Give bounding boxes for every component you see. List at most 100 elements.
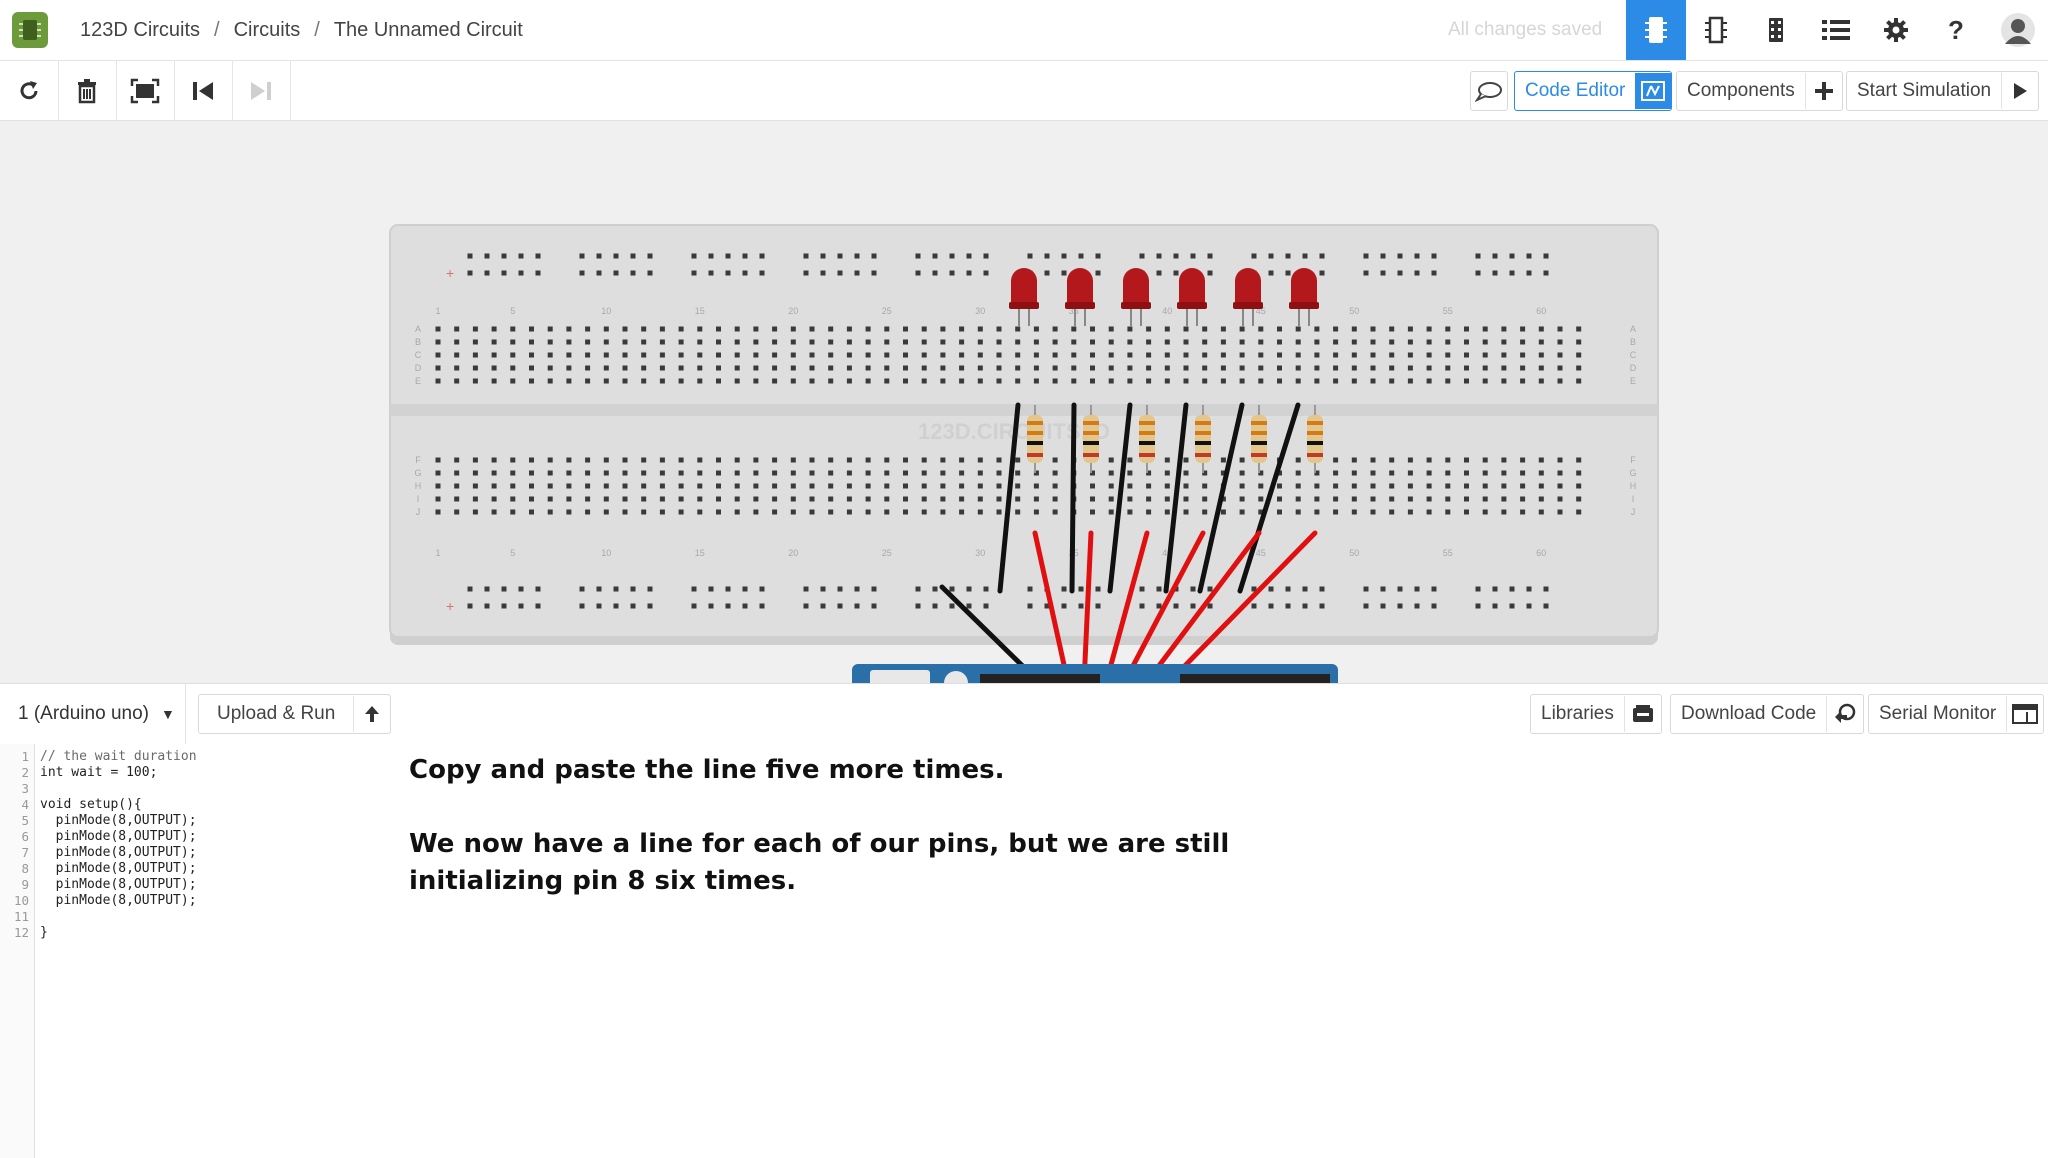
- breadboard-hole: [491, 470, 497, 476]
- circuit-title[interactable]: The Unnamed Circuit: [334, 19, 523, 41]
- app-logo-icon[interactable]: [12, 12, 48, 48]
- breadboard-hole: [1370, 326, 1376, 332]
- code-line[interactable]: // the wait duration: [40, 749, 197, 765]
- breadboard-hole: [1127, 470, 1133, 476]
- breadboard-hole: [1052, 352, 1058, 358]
- code-line[interactable]: }: [40, 925, 48, 941]
- settings-button[interactable]: [1866, 0, 1926, 60]
- breadboard-hole: [1164, 509, 1170, 515]
- breadboard-svg[interactable]: 123D.CIRCUITS.IO ++115510101515202025253…: [0, 121, 2048, 683]
- code-line[interactable]: pinMode(8,OUTPUT);: [40, 845, 197, 861]
- upload-run-button[interactable]: Upload & Run: [198, 694, 392, 734]
- breadboard-hole: [1164, 470, 1170, 476]
- breadboard-hole: [903, 509, 908, 515]
- start-simulation-button[interactable]: Start Simulation: [1846, 71, 2040, 111]
- arduino-board[interactable]: [852, 664, 1338, 683]
- breadboard-hole: [716, 483, 721, 489]
- breadboard-hole: [1576, 326, 1582, 332]
- code-editor[interactable]: 1 2 3 4 5 6 7 8 9 10 11 12 // the wait d…: [0, 744, 2048, 1158]
- component-list-button[interactable]: [1806, 0, 1866, 60]
- code-line[interactable]: int wait = 100;: [40, 765, 157, 781]
- breadboard-hole: [435, 509, 441, 515]
- breadboard-hole: [1202, 365, 1208, 371]
- breadboard-hole: [1557, 470, 1563, 476]
- breadboard-hole: [1033, 352, 1039, 358]
- breadboard-hole: [996, 352, 1002, 358]
- breadboard-hole: [435, 470, 441, 476]
- rail-hole: [1173, 603, 1179, 609]
- row-letter: G: [414, 468, 421, 478]
- rail-hole: [647, 586, 653, 592]
- column-number: 55: [1443, 306, 1453, 316]
- breadboard-hole: [1314, 483, 1320, 489]
- rail-hole: [1268, 586, 1274, 592]
- rail-hole: [1319, 603, 1325, 609]
- breadboard-hole: [641, 470, 647, 476]
- breadboard-hole: [996, 509, 1002, 515]
- breadboard-hole: [1052, 457, 1058, 463]
- code-line[interactable]: void setup(){: [40, 797, 142, 813]
- user-menu-button[interactable]: [1988, 0, 2048, 60]
- breadboard-hole: [921, 352, 927, 358]
- code-line[interactable]: pinMode(8,OUTPUT);: [40, 861, 197, 877]
- breadboard-hole: [1557, 496, 1563, 502]
- breadboard-hole: [1146, 326, 1152, 332]
- rail-hole: [579, 270, 585, 276]
- rail-hole: [1397, 270, 1403, 276]
- ground-wire[interactable]: [1069, 402, 1077, 594]
- rail-hole: [759, 270, 765, 276]
- breadboard-hole: [772, 326, 778, 332]
- components-button[interactable]: Components: [1676, 71, 1843, 111]
- breadboard-hole: [1052, 378, 1058, 384]
- step-forward-button[interactable]: [232, 61, 291, 120]
- breadboard-hole: [1277, 483, 1282, 489]
- code-line[interactable]: pinMode(8,OUTPUT);: [40, 829, 197, 845]
- column-number: 20: [788, 548, 798, 558]
- breadboard-view-button[interactable]: [1626, 0, 1686, 60]
- breadboard-hole: [529, 483, 534, 489]
- breadboard-hole: [678, 483, 684, 489]
- step-back-button[interactable]: [174, 61, 233, 120]
- help-button[interactable]: ?: [1926, 0, 1986, 60]
- delete-button[interactable]: [58, 61, 117, 120]
- circuit-canvas[interactable]: 123D.CIRCUITS.IO ++115510101515202025253…: [0, 121, 2048, 683]
- breadboard-hole: [622, 326, 628, 332]
- breadboard-hole: [1202, 496, 1208, 502]
- breadboard-hole: [1090, 326, 1095, 332]
- breadboard-hole: [1426, 509, 1432, 515]
- components-label: Components: [1687, 80, 1795, 101]
- breadboard-hole: [1033, 483, 1039, 489]
- breadboard-hole: [903, 326, 908, 332]
- comment-button[interactable]: [1470, 71, 1508, 111]
- rail-hole: [803, 253, 809, 259]
- rail-plus-sign: +: [446, 598, 454, 614]
- breadboard-hole: [903, 470, 908, 476]
- libraries-button[interactable]: Libraries: [1530, 694, 1662, 734]
- code-line[interactable]: pinMode(8,OUTPUT);: [40, 877, 197, 893]
- breadboard-hole: [1557, 339, 1563, 345]
- serial-monitor-button[interactable]: Serial Monitor: [1868, 694, 2045, 734]
- line-number: 10: [13, 893, 29, 908]
- breadboard-hole: [566, 326, 572, 332]
- pcb-view-button[interactable]: [1746, 0, 1806, 60]
- fit-view-button[interactable]: [116, 61, 175, 120]
- code-line[interactable]: pinMode(8,OUTPUT);: [40, 813, 197, 829]
- code-line[interactable]: pinMode(8,OUTPUT);: [40, 893, 197, 909]
- breadcrumb-home[interactable]: 123D Circuits: [80, 19, 200, 41]
- breadboard-hole: [1277, 509, 1282, 515]
- breadboard-hole: [641, 378, 647, 384]
- breadboard-hole: [921, 496, 927, 502]
- breadboard-hole: [1314, 365, 1320, 371]
- breadcrumb-circuits[interactable]: Circuits: [234, 19, 301, 41]
- breadboard-hole: [1333, 470, 1339, 476]
- rotate-button[interactable]: [0, 61, 59, 120]
- breadboard-hole: [1033, 326, 1039, 332]
- code-editor-button[interactable]: Code Editor: [1514, 71, 1673, 111]
- list-icon: [1822, 20, 1850, 40]
- rail-hole: [579, 253, 585, 259]
- rail-hole: [1061, 586, 1067, 592]
- board-select[interactable]: 1 (Arduino uno) ▼: [0, 684, 186, 744]
- schematic-view-button[interactable]: [1686, 0, 1746, 60]
- download-code-button[interactable]: Download Code: [1670, 694, 1865, 734]
- breadboard-hole: [809, 326, 815, 332]
